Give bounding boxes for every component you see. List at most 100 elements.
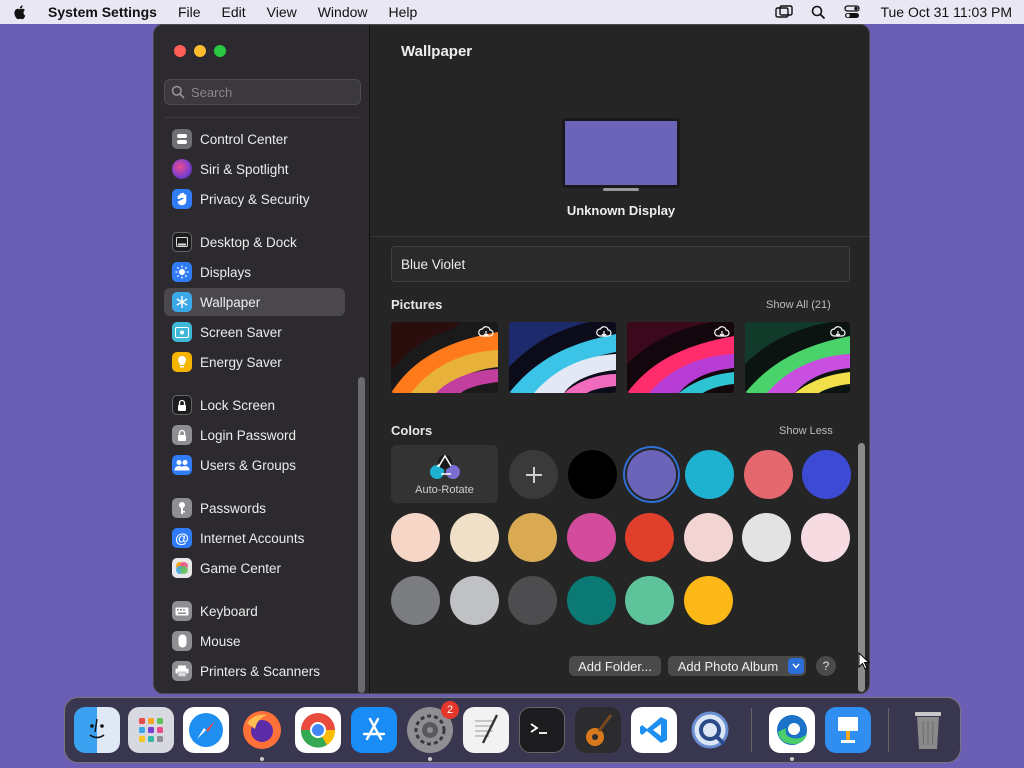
wallpaper-name-field[interactable]: Blue Violet [391, 246, 850, 282]
sidebar-item-wallpaper[interactable]: Wallpaper [164, 288, 345, 316]
sidebar-item-energy-saver[interactable]: Energy Saver [164, 348, 345, 376]
menu-app-name[interactable]: System Settings [48, 4, 157, 20]
menu-file[interactable]: File [178, 4, 201, 20]
wallpaper-thumbnail[interactable] [391, 322, 498, 393]
settings-icon[interactable]: 2 [407, 701, 459, 753]
show-less-colors-link[interactable]: Show Less [779, 425, 833, 437]
sidebar-item-displays[interactable]: Displays [164, 258, 345, 286]
wallpaper-thumbnail[interactable] [745, 322, 850, 393]
zoom-window-button[interactable] [214, 45, 226, 57]
color-swatch[interactable] [800, 513, 850, 562]
color-swatch[interactable] [449, 576, 499, 625]
color-swatch[interactable] [802, 450, 851, 499]
sidebar-item-label: Passwords [200, 500, 267, 516]
color-swatch[interactable] [391, 513, 440, 562]
sidebar-scrollbar[interactable] [358, 377, 365, 693]
users-icon [172, 455, 192, 475]
color-swatch[interactable] [743, 450, 793, 499]
menu-edit[interactable]: Edit [222, 4, 246, 20]
sidebar-item-internet-accounts[interactable]: @ Internet Accounts [164, 524, 345, 552]
cloud-download-icon[interactable] [478, 326, 494, 338]
chrome-icon[interactable] [295, 707, 341, 753]
edge-icon[interactable] [769, 707, 815, 753]
vscode-icon[interactable] [631, 707, 677, 753]
color-swatch[interactable] [391, 576, 440, 625]
dock-separator [888, 708, 889, 752]
color-swatch[interactable] [683, 513, 733, 562]
chevron-down-icon[interactable] [788, 658, 804, 674]
siri-icon [172, 159, 192, 179]
running-indicator [790, 757, 794, 761]
control-center-menu-icon[interactable] [842, 4, 862, 20]
app-store-icon[interactable] [351, 707, 397, 753]
textedit-icon[interactable] [463, 707, 509, 753]
sidebar-item-login-password[interactable]: Login Password [164, 421, 345, 449]
show-all-pictures-link[interactable]: Show All (21) [766, 299, 831, 311]
sidebar-item-screen-saver[interactable]: Screen Saver [164, 318, 345, 346]
running-indicator [428, 757, 432, 761]
cloud-download-icon[interactable] [830, 326, 846, 338]
color-swatch[interactable] [625, 576, 674, 625]
wallpaper-thumbnail[interactable] [509, 322, 616, 393]
sidebar-item-keyboard[interactable]: Keyboard [164, 597, 345, 625]
sidebar-item-mouse[interactable]: Mouse [164, 627, 345, 655]
cloud-download-icon[interactable] [596, 326, 612, 338]
spotlight-search-icon[interactable] [808, 4, 828, 20]
sidebar-item-desktop-dock[interactable]: Desktop & Dock [164, 228, 345, 256]
close-window-button[interactable] [174, 45, 186, 57]
screensaver-icon [172, 322, 192, 342]
guitar-icon[interactable] [575, 707, 621, 753]
color-swatch[interactable] [626, 450, 676, 499]
menu-view[interactable]: View [267, 4, 297, 20]
menu-clock[interactable]: Tue Oct 31 11:03 PM [880, 4, 1012, 20]
color-swatch[interactable] [566, 576, 616, 625]
sidebar-item-passwords[interactable]: Passwords [164, 494, 345, 522]
sidebar-item-label: Printers & Scanners [200, 663, 321, 679]
firefox-icon[interactable] [239, 707, 285, 753]
add-folder-button[interactable]: Add Folder... [569, 656, 661, 676]
help-button[interactable]: ? [816, 656, 836, 676]
sidebar-item-siri-spotlight[interactable]: Siri & Spotlight [164, 155, 345, 183]
launchpad-icon[interactable] [128, 707, 174, 753]
lock-icon [172, 395, 192, 415]
sidebar-item-users-groups[interactable]: Users & Groups [164, 451, 345, 479]
color-swatch[interactable] [508, 513, 557, 562]
color-swatch[interactable] [683, 576, 733, 625]
mouse-icon [172, 631, 192, 651]
quicktime-icon[interactable] [687, 707, 733, 753]
sidebar-item-privacy-security[interactable]: Privacy & Security [164, 185, 345, 213]
color-swatch[interactable] [449, 513, 499, 562]
finder-icon[interactable] [74, 707, 120, 753]
colors-header: Colors [391, 423, 433, 438]
search-icon [171, 85, 185, 99]
color-swatch[interactable] [625, 513, 674, 562]
screen-mirroring-icon[interactable] [774, 4, 794, 20]
menu-help[interactable]: Help [389, 4, 418, 20]
search-input[interactable] [191, 84, 351, 100]
add-photo-album-button[interactable]: Add Photo Album [668, 656, 806, 676]
trash-icon[interactable] [905, 707, 951, 753]
terminal-icon[interactable] [519, 707, 565, 753]
auto-rotate-tile[interactable]: Auto-Rotate [391, 445, 498, 503]
sidebar-item-label: Energy Saver [200, 354, 282, 370]
minimize-window-button[interactable] [194, 45, 206, 57]
sidebar-search[interactable] [164, 79, 361, 105]
safari-icon[interactable] [183, 707, 229, 753]
color-swatch[interactable] [508, 576, 557, 625]
color-swatch[interactable] [742, 513, 791, 562]
wallpaper-thumbnail[interactable] [627, 322, 734, 393]
cloud-download-icon[interactable] [714, 326, 730, 338]
color-swatch[interactable] [568, 450, 617, 499]
sidebar-item-lock-screen[interactable]: Lock Screen [164, 391, 345, 419]
color-swatch[interactable] [685, 450, 734, 499]
sidebar-item-printers-scanners[interactable]: Printers & Scanners [164, 657, 345, 685]
color-swatch[interactable] [566, 513, 616, 562]
sidebar-item-control-center[interactable]: Control Center [164, 125, 345, 153]
apple-icon[interactable] [12, 4, 28, 20]
at-icon: @ [172, 528, 192, 548]
sidebar-item-game-center[interactable]: Game Center [164, 554, 345, 582]
menu-bar: System Settings File Edit View Window He… [0, 0, 1024, 24]
add-color-button[interactable] [509, 450, 558, 499]
keynote-icon[interactable] [825, 707, 871, 753]
menu-window[interactable]: Window [318, 4, 368, 20]
